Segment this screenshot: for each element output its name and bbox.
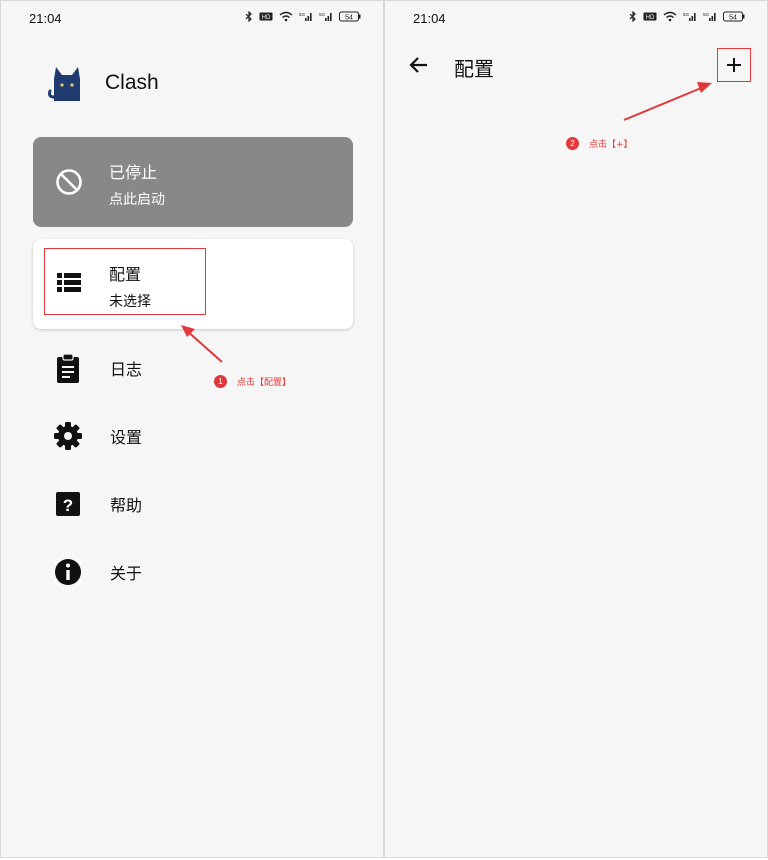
hd-icon: HD [643,12,657,21]
signal-5g-icon-2: 5G [319,12,332,21]
bluetooth-icon [245,11,252,22]
battery-level: 54 [345,15,353,22]
menu-label-settings: 设置 [110,428,143,447]
app-header: Clash [47,63,159,103]
annotation-step-2: 2 点击【+】 [566,137,633,150]
status-title: 已停止 [109,163,158,182]
status-bar-right: 21:04 HD 5G 5G 54 [385,1,767,37]
status-icons-right: HD 5G 5G 54 [629,11,745,22]
status-icons: HD 5G 5G 54 [245,11,361,22]
menu-item-about[interactable]: 关于 [54,554,142,590]
annotation-number-2: 2 [566,137,579,150]
signal-5g-icon-2: 5G [703,12,716,21]
menu-item-logs[interactable]: 日志 [54,350,142,386]
help-icon: ? [56,492,80,516]
back-arrow-icon[interactable] [408,54,430,76]
battery-icon: 54 [723,11,745,22]
signal-5g-icon: 5G [683,12,696,21]
right-screen: 21:04 HD 5G 5G 54 [384,0,768,858]
menu-label-logs: 日志 [110,360,143,379]
gear-icon [54,422,82,450]
signal-5g-icon: 5G [299,12,312,21]
plus-icon [727,58,741,72]
svg-text:5G: 5G [703,12,710,17]
proxy-status-card[interactable]: 已停止 点此启动 [33,137,353,227]
svg-text:5G: 5G [299,12,306,17]
page-title: 配置 [454,57,494,81]
status-bar: 21:04 HD 5G 5G 54 [1,1,383,37]
svg-text:HD: HD [646,15,655,21]
status-time-right: 21:04 [413,11,446,26]
battery-icon: 54 [339,11,361,22]
wifi-icon [663,11,677,22]
wifi-icon [279,11,293,22]
svg-text:HD: HD [262,15,271,21]
status-subtitle: 点此启动 [109,192,165,208]
clipboard-icon [57,353,79,383]
highlight-box-config [44,248,206,315]
svg-text:5G: 5G [319,12,326,17]
svg-text:5G: 5G [683,12,690,17]
menu-item-help[interactable]: ? 帮助 [54,486,142,522]
annotation-number-1: 1 [214,375,227,388]
add-profile-button[interactable] [717,48,751,82]
annotation-text-1: 点击【配置】 [237,378,292,388]
clash-cat-logo [48,67,80,101]
app-title: Clash [105,71,159,94]
info-icon [55,559,81,585]
svg-text:?: ? [63,496,73,515]
status-time: 21:04 [29,11,62,26]
block-icon [56,169,82,195]
bluetooth-icon [629,11,636,22]
menu-label-about: 关于 [110,564,143,583]
annotation-text-2: 点击【+】 [589,140,633,150]
menu-item-settings[interactable]: 设置 [54,418,142,454]
annotation-step-1: 1 点击【配置】 [214,375,291,388]
menu-label-help: 帮助 [110,496,143,515]
battery-level: 54 [729,15,737,22]
hd-icon: HD [259,12,273,21]
